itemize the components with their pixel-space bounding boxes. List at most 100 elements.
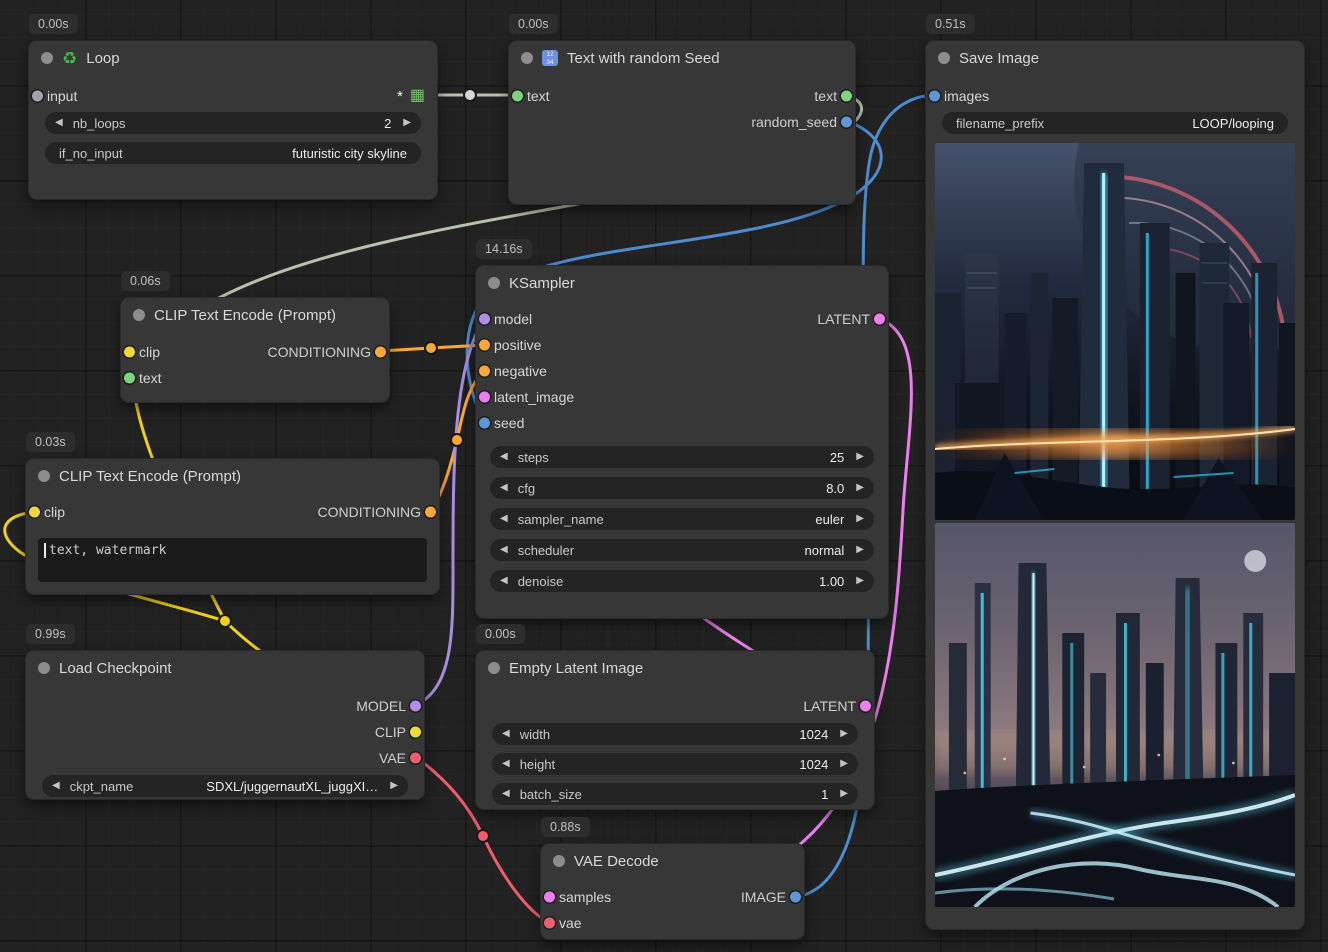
seed-input-socket[interactable]	[479, 418, 490, 429]
widget-sampler-name[interactable]: ◀ sampler_name euler ▶	[490, 508, 874, 530]
vae-input-socket[interactable]	[544, 918, 555, 929]
widget-height[interactable]: ◀ height 1024 ▶	[492, 753, 858, 775]
model-output-socket[interactable]	[410, 701, 421, 712]
prompt-textarea[interactable]: text, watermark	[38, 538, 427, 582]
input-label: text	[139, 370, 162, 386]
node-vae-decode[interactable]: 0.88s VAE Decode samples IMAGE vae	[540, 843, 805, 940]
widget-name: nb_loops	[73, 116, 126, 131]
widget-scheduler[interactable]: ◀ scheduler normal ▶	[490, 539, 874, 561]
reroute-dot-vae[interactable]	[477, 830, 489, 842]
collapse-dot[interactable]	[41, 52, 53, 64]
input-socket[interactable]	[32, 91, 43, 102]
output-label: CONDITIONING	[318, 504, 421, 520]
decrement-arrow-icon[interactable]: ◀	[502, 789, 510, 799]
image-output-socket[interactable]	[790, 892, 801, 903]
increment-arrow-icon[interactable]: ▶	[856, 483, 864, 493]
widget-name: if_no_input	[59, 146, 123, 161]
reroute-dot-text[interactable]	[464, 89, 476, 101]
text-input-socket[interactable]	[124, 373, 135, 384]
node-load-checkpoint[interactable]: 0.99s Load Checkpoint MODEL CLIP VAE ◀ c…	[25, 650, 425, 800]
node-header[interactable]: Save Image	[926, 41, 1304, 75]
node-ksampler[interactable]: 14.16s KSampler model LATENT positive ne…	[475, 265, 889, 619]
latent-output-socket[interactable]	[874, 314, 885, 325]
widget-denoise[interactable]: ◀ denoise 1.00 ▶	[490, 570, 874, 592]
node-header[interactable]: Load Checkpoint	[26, 651, 424, 685]
widget-name: denoise	[518, 574, 564, 589]
decrement-arrow-icon[interactable]: ◀	[502, 729, 510, 739]
node-header[interactable]: CLIP Text Encode (Prompt)	[26, 459, 439, 493]
samples-input-socket[interactable]	[544, 892, 555, 903]
node-header[interactable]: 12 34 Text with random Seed	[509, 41, 855, 75]
widget-name: filename_prefix	[956, 116, 1044, 131]
collapse-dot[interactable]	[521, 52, 533, 64]
collapse-dot[interactable]	[38, 470, 50, 482]
widget-batch-size[interactable]: ◀ batch_size 1 ▶	[492, 783, 858, 805]
prev-arrow-icon[interactable]: ◀	[500, 514, 508, 524]
collapse-dot[interactable]	[488, 662, 500, 674]
increment-arrow-icon[interactable]: ▶	[403, 118, 411, 128]
conditioning-output-socket[interactable]	[425, 507, 436, 518]
latent-image-input-socket[interactable]	[479, 392, 490, 403]
reroute-dot-clip[interactable]	[219, 615, 231, 627]
random-seed-output-socket[interactable]	[841, 117, 852, 128]
vae-output-socket[interactable]	[410, 753, 421, 764]
increment-arrow-icon[interactable]: ▶	[856, 452, 864, 462]
widget-nb-loops[interactable]: ◀ nb_loops 2 ▶	[45, 112, 421, 134]
clip-input-socket[interactable]	[124, 347, 135, 358]
widget-ckpt-name[interactable]: ◀ ckpt_name SDXL/juggernautXL_juggXI… ▶	[42, 775, 408, 797]
node-clip-text-encode-top[interactable]: 0.06s CLIP Text Encode (Prompt) clip CON…	[120, 297, 390, 403]
node-header[interactable]: CLIP Text Encode (Prompt)	[121, 298, 389, 332]
increment-arrow-icon[interactable]: ▶	[840, 759, 848, 769]
node-text-random-seed[interactable]: 0.00s 12 34 Text with random Seed text t…	[508, 40, 856, 205]
widget-cfg[interactable]: ◀ cfg 8.0 ▶	[490, 477, 874, 499]
negative-input-socket[interactable]	[479, 366, 490, 377]
io-row: vae	[541, 910, 804, 936]
widget-if-no-input[interactable]: if_no_input futuristic city skyline	[45, 142, 421, 164]
conditioning-output-socket[interactable]	[375, 347, 386, 358]
reroute-dot-negative[interactable]	[451, 434, 463, 446]
decrement-arrow-icon[interactable]: ◀	[500, 576, 508, 586]
exec-time-badge: 0.99s	[26, 624, 75, 644]
node-header[interactable]: Empty Latent Image	[476, 651, 874, 685]
clip-output-socket[interactable]	[410, 727, 421, 738]
node-loop[interactable]: 0.00s ♻ Loop input * ▦ ◀ nb_loops 2 ▶ if…	[28, 40, 438, 200]
latent-output-socket[interactable]	[860, 701, 871, 712]
next-arrow-icon[interactable]: ▶	[856, 545, 864, 555]
text-output-socket[interactable]	[841, 91, 852, 102]
clip-input-socket[interactable]	[29, 507, 40, 518]
next-arrow-icon[interactable]: ▶	[856, 514, 864, 524]
decrement-arrow-icon[interactable]: ◀	[502, 759, 510, 769]
node-header[interactable]: KSampler	[476, 266, 888, 300]
prev-arrow-icon[interactable]: ◀	[500, 545, 508, 555]
node-title: CLIP Text Encode (Prompt)	[59, 468, 241, 485]
graph-canvas[interactable]: 0.00s ♻ Loop input * ▦ ◀ nb_loops 2 ▶ if…	[0, 0, 1328, 952]
node-save-image[interactable]: 0.51s Save Image images filename_prefix …	[925, 40, 1305, 930]
collapse-dot[interactable]	[938, 52, 950, 64]
widget-steps[interactable]: ◀ steps 25 ▶	[490, 446, 874, 468]
decrement-arrow-icon[interactable]: ◀	[500, 452, 508, 462]
widget-filename-prefix[interactable]: filename_prefix LOOP/looping	[942, 112, 1288, 134]
images-input-socket[interactable]	[929, 91, 940, 102]
widget-value: 1	[821, 787, 828, 802]
decrement-arrow-icon[interactable]: ◀	[55, 118, 63, 128]
prev-arrow-icon[interactable]: ◀	[52, 781, 60, 791]
node-clip-text-encode-bottom[interactable]: 0.03s CLIP Text Encode (Prompt) clip CON…	[25, 458, 440, 595]
increment-arrow-icon[interactable]: ▶	[856, 576, 864, 586]
node-header[interactable]: VAE Decode	[541, 844, 804, 878]
collapse-dot[interactable]	[488, 277, 500, 289]
node-empty-latent-image[interactable]: 0.00s Empty Latent Image LATENT ◀ width …	[475, 650, 875, 810]
widget-width[interactable]: ◀ width 1024 ▶	[492, 723, 858, 745]
increment-arrow-icon[interactable]: ▶	[840, 729, 848, 739]
model-input-socket[interactable]	[479, 314, 490, 325]
widget-value: SDXL/juggernautXL_juggXI…	[206, 779, 378, 794]
collapse-dot[interactable]	[38, 662, 50, 674]
positive-input-socket[interactable]	[479, 340, 490, 351]
next-arrow-icon[interactable]: ▶	[390, 781, 398, 791]
text-input-socket[interactable]	[512, 91, 523, 102]
increment-arrow-icon[interactable]: ▶	[840, 789, 848, 799]
node-header[interactable]: ♻ Loop	[29, 41, 437, 75]
collapse-dot[interactable]	[133, 309, 145, 321]
collapse-dot[interactable]	[553, 855, 565, 867]
reroute-dot-positive[interactable]	[425, 342, 437, 354]
decrement-arrow-icon[interactable]: ◀	[500, 483, 508, 493]
